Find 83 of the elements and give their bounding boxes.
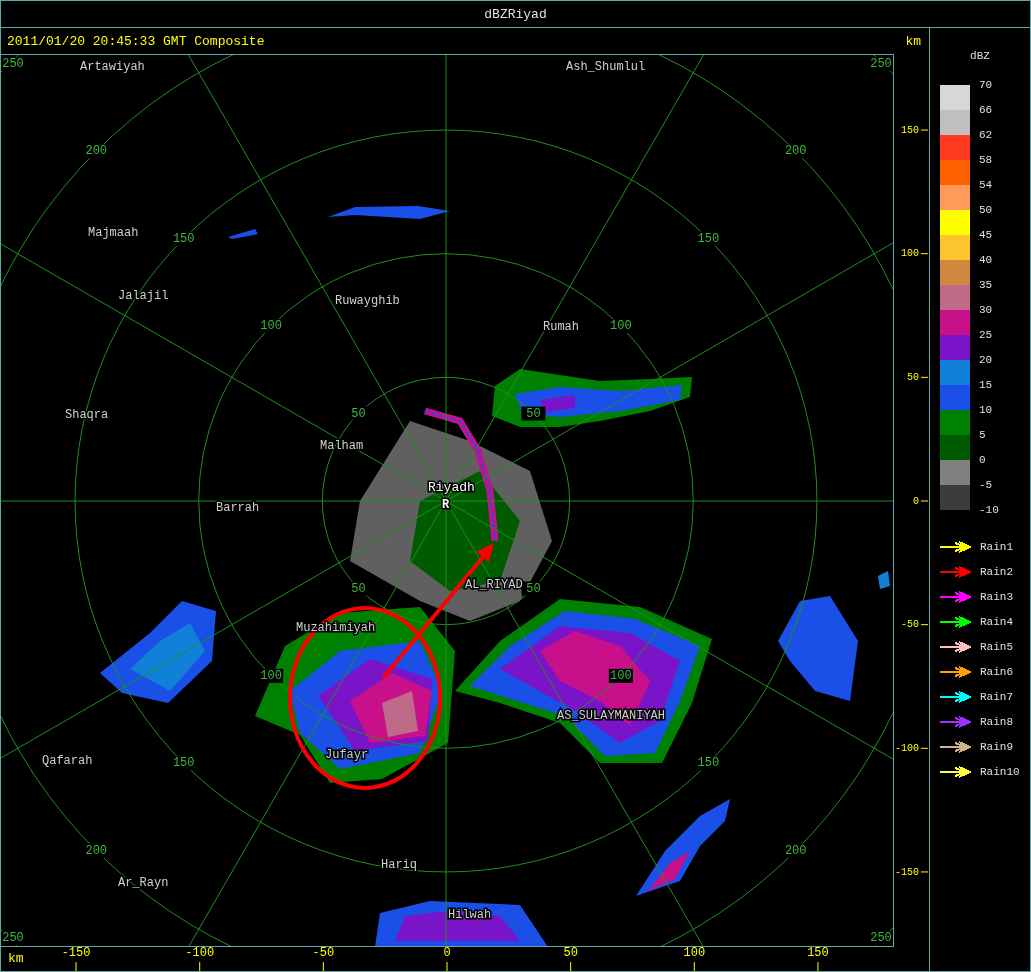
range-ring-label: 100 (260, 669, 282, 684)
axis-tick-label: -150 (61, 947, 91, 960)
scale-value: 25 (979, 327, 994, 343)
scale-value: -5 (979, 477, 994, 493)
legend-label: Rain6 (980, 666, 1013, 678)
place-label: Ash_Shumlul (566, 60, 646, 75)
axis-tick-label: -100 (895, 742, 919, 754)
range-ring-label: 200 (784, 843, 807, 858)
range-ring-label: 250 (870, 931, 892, 946)
axis-tick-label: 0 (913, 495, 919, 507)
place-label: Qafarah (42, 754, 93, 769)
place-label: Jalajil (118, 289, 169, 304)
legend-label: Rain8 (980, 716, 1013, 728)
legend-title: dBZ (969, 49, 991, 63)
legend-label: Rain7 (980, 691, 1013, 703)
place-label: Malham (320, 439, 364, 454)
axis-tick-label: 100 (683, 947, 706, 960)
scale-value: 66 (979, 102, 994, 118)
axis-tick-label: 0 (443, 947, 451, 960)
axis-tick-label: -50 (901, 619, 919, 631)
range-ring-label: 200 (85, 144, 108, 159)
range-ring-label: 200 (784, 144, 807, 159)
unit-label: km (905, 33, 921, 49)
place-label: Hilwah (448, 908, 492, 923)
scale-value: 62 (979, 127, 994, 143)
place-label: Riyadh (428, 480, 475, 496)
legend-label: Rain3 (980, 591, 1013, 603)
range-ring-label: 100 (610, 319, 632, 334)
window-title: dBZRiyad (484, 6, 547, 22)
range-ring-label: 150 (697, 231, 720, 246)
legend-label: Rain1 (980, 541, 1013, 553)
timestamp-label: 2011/01/20 20:45:33 GMT Composite (7, 33, 265, 49)
scale-value: 50 (979, 202, 994, 218)
place-label: Barrah (216, 501, 260, 516)
axis-tick-label: -50 (312, 947, 335, 960)
range-ring-label: 150 (172, 756, 195, 771)
legend-label: Rain4 (980, 616, 1013, 628)
legend-label: Rain10 (980, 766, 1020, 778)
axis-tick-label: 50 (907, 372, 919, 383)
range-ring-label: 250 (2, 931, 24, 946)
legend-label: Rain5 (980, 641, 1013, 653)
axis-tick-label: 150 (901, 124, 919, 136)
place-label: Hariq (381, 858, 417, 873)
place-label: Majmaah (88, 226, 139, 241)
place-label: Rumah (543, 320, 579, 335)
place-label: Ar_Rayn (118, 876, 169, 891)
scale-value: 30 (979, 302, 994, 318)
axis-tick-label: 150 (807, 947, 829, 960)
scale-value: 10 (979, 402, 994, 418)
range-ring-label: 100 (610, 669, 632, 684)
scale-value: 20 (979, 352, 994, 368)
axis-tick-label: 50 (563, 947, 578, 960)
scale-value: 70 (979, 77, 994, 93)
scale-value: 0 (979, 452, 987, 468)
range-ring-label: 50 (351, 581, 366, 596)
legend-label: Rain9 (980, 741, 1013, 753)
place-label: Artawiyah (80, 60, 145, 75)
range-ring-label: 50 (351, 406, 366, 421)
range-ring-label: 150 (697, 756, 720, 771)
scale-value: 54 (979, 177, 994, 193)
range-ring-label: 200 (85, 843, 108, 858)
radar-site-marker: R (442, 498, 450, 513)
scale-value: 5 (979, 427, 987, 443)
range-ring-label: 250 (870, 57, 892, 71)
scale-value: 35 (979, 277, 994, 293)
axis-tick-label: -150 (895, 866, 919, 878)
legend-label: Rain2 (980, 566, 1013, 578)
range-ring-label: 100 (260, 319, 282, 334)
axis-tick-label: -100 (185, 947, 215, 960)
scale-value: -10 (979, 502, 999, 518)
scale-value: 58 (979, 152, 994, 168)
range-ring-label: 150 (172, 231, 195, 246)
unit-label: km (8, 951, 24, 966)
scale-value: 45 (979, 227, 994, 243)
scale-value: 40 (979, 252, 994, 268)
range-ring-label: 250 (2, 57, 24, 71)
axis-tick-label: 100 (901, 248, 919, 260)
place-label: Jufayr (325, 748, 369, 763)
place-label: Ruwayghib (335, 294, 400, 309)
range-ring-label: 50 (526, 406, 541, 421)
scale-value: 15 (979, 377, 994, 393)
range-ring-label: 50 (526, 581, 541, 596)
place-label: Shaqra (65, 408, 109, 423)
